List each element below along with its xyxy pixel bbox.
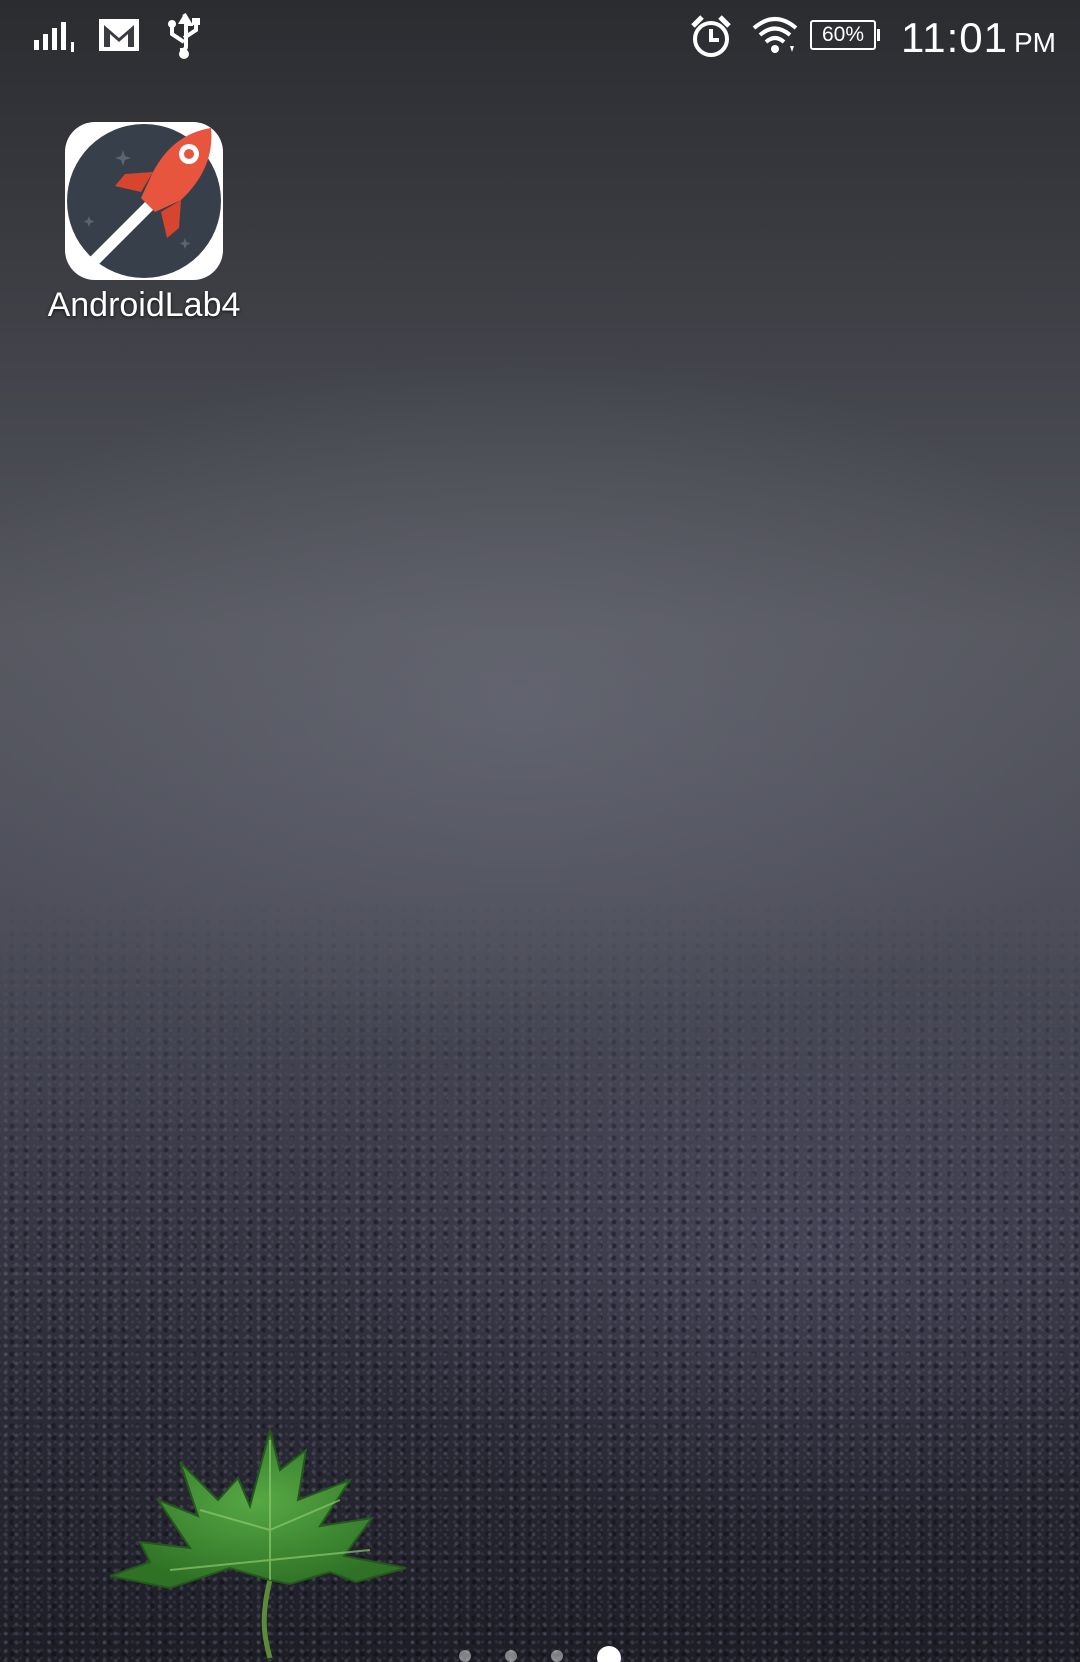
page-dot[interactable]	[505, 1650, 517, 1662]
signal-icon	[34, 22, 74, 52]
clock-ampm: PM	[1014, 27, 1056, 58]
page-indicator[interactable]	[0, 1646, 1080, 1662]
alarm-icon	[691, 15, 731, 57]
battery-percent: 60%	[821, 23, 865, 46]
page-dot[interactable]	[459, 1650, 471, 1662]
maple-leaf-image	[110, 1429, 407, 1659]
app-shortcut-androidlab4[interactable]: AndroidLab4	[34, 120, 254, 325]
rocket-icon[interactable]	[63, 120, 225, 282]
page-dot[interactable]	[551, 1650, 563, 1662]
clock: 11:01 PM	[901, 14, 1056, 62]
wifi-icon	[752, 17, 798, 53]
app-label: AndroidLab4	[47, 286, 241, 324]
clock-time: 11:01	[901, 14, 1008, 61]
gmail-icon	[99, 19, 139, 51]
status-bar[interactable]: 60% 11:01 PM	[0, 0, 1080, 78]
battery-icon: 60%	[810, 20, 880, 50]
home-screen[interactable]: 60% 11:01 PM AndroidLab4	[0, 0, 1080, 1662]
usb-icon	[168, 12, 200, 59]
